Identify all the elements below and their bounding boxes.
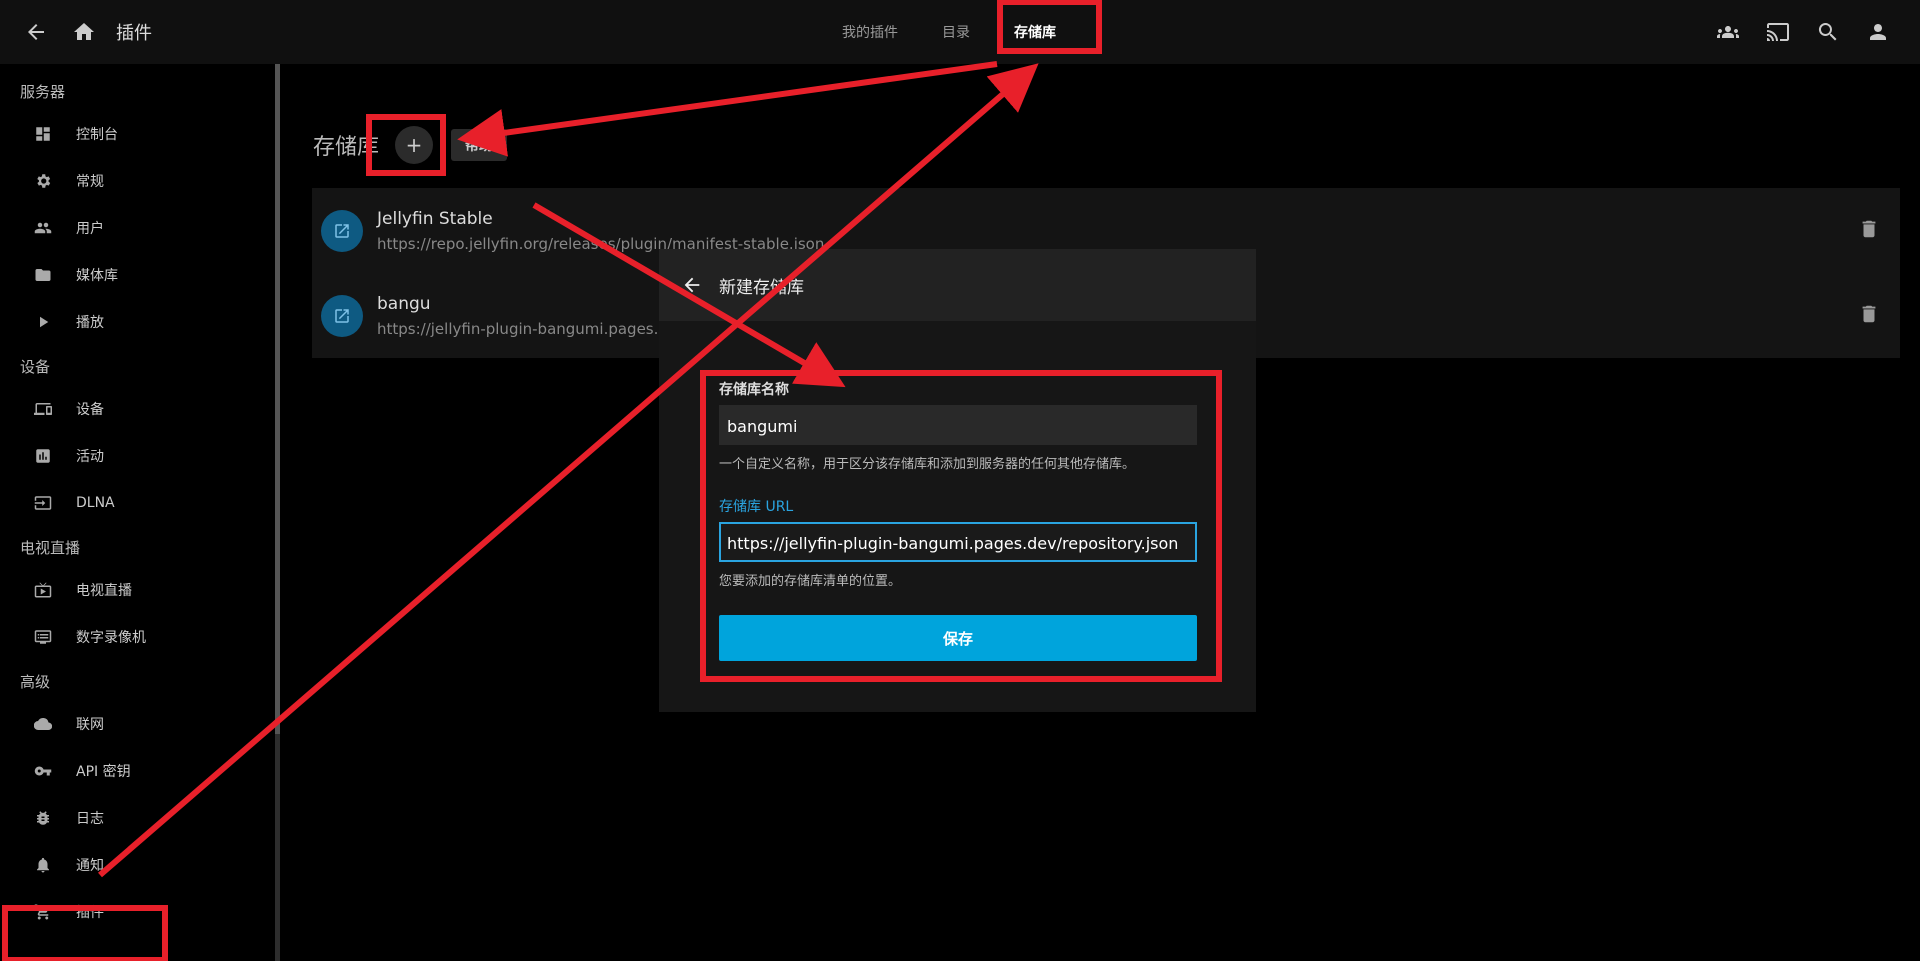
sidebar-item-label: 常规	[76, 173, 104, 190]
sidebar-item-playback[interactable]: 播放	[0, 298, 275, 345]
repository-info: bangu https://jellyfin-plugin-bangumi.pa…	[377, 294, 677, 338]
sidebar-item-libraries[interactable]: 媒体库	[0, 251, 275, 298]
search-icon[interactable]	[1810, 14, 1846, 50]
repository-name-field[interactable]: bangumi	[719, 405, 1197, 445]
add-repository-button[interactable]: +	[395, 126, 434, 164]
sidebar-section-advanced: 高级	[20, 673, 51, 691]
repository-url-field[interactable]: https://jellyfin-plugin-bangumi.pages.de…	[719, 522, 1197, 562]
repository-name: bangu	[377, 293, 431, 314]
help-button[interactable]: 帮助	[451, 129, 508, 161]
cast-icon[interactable]	[1760, 14, 1796, 50]
folder-icon	[35, 268, 51, 281]
sidebar-item-label: 控制台	[76, 126, 118, 143]
sidebar-item-dvr[interactable]: 数字录像机	[0, 613, 275, 660]
sidebar-item-plugins[interactable]: 插件	[0, 888, 275, 935]
repository-url-label: 存储库 URL	[719, 499, 794, 515]
back-arrow-icon[interactable]	[18, 14, 54, 50]
bell-icon	[37, 857, 49, 872]
dialog-header: 新建存储库	[659, 249, 1256, 321]
repository-form: 存储库名称 bangumi 一个自定义名称，用于区分该存储库和添加到服务器的任何…	[719, 379, 1197, 661]
sidebar-item-users[interactable]: 用户	[0, 204, 275, 251]
dialog-title: 新建存储库	[719, 277, 804, 298]
open-link-icon[interactable]	[321, 209, 363, 252]
sidebar-item-label: 活动	[76, 448, 104, 465]
sidebar-item-logs[interactable]: 日志	[0, 794, 275, 841]
tab-catalog[interactable]: 目录	[920, 0, 992, 64]
sidebar-item-general[interactable]: 常规	[0, 157, 275, 204]
repository-name-hint: 一个自定义名称，用于区分该存储库和添加到服务器的任何其他存储库。	[719, 457, 1136, 472]
tab-my-plugins[interactable]: 我的插件	[820, 0, 920, 64]
header-actions	[1710, 0, 1896, 64]
sidebar-item-label: 媒体库	[76, 267, 118, 284]
top-bar: 插件 我的插件 目录 存储库	[0, 0, 1920, 64]
sidebar-item-devices[interactable]: 设备	[0, 385, 275, 432]
save-button[interactable]: 保存	[719, 615, 1197, 661]
sidebar-section-devices: 设备	[20, 358, 51, 376]
delete-icon[interactable]	[1858, 218, 1882, 242]
page-title: 插件	[116, 23, 152, 44]
sidebar-item-networking[interactable]: 联网	[0, 700, 275, 747]
play-icon	[40, 316, 49, 327]
sidebar-item-live-tv[interactable]: 电视直播	[0, 566, 275, 613]
cloud-icon	[34, 717, 52, 730]
sidebar-item-api-keys[interactable]: API 密钥	[0, 747, 275, 794]
sidebar-item-label: 用户	[76, 220, 104, 237]
repository-name-label: 存储库名称	[719, 382, 789, 398]
repository-name: Jellyfin Stable	[377, 208, 493, 229]
new-repository-dialog: 新建存储库 存储库名称 bangumi 一个自定义名称，用于区分该存储库和添加到…	[659, 249, 1256, 712]
dlna-icon	[34, 495, 52, 510]
sidebar-item-dlna[interactable]: DLNA	[0, 479, 275, 526]
live-tv-icon	[34, 582, 52, 597]
user-icon[interactable]	[1860, 14, 1896, 50]
repository-url: https://jellyfin-plugin-bangumi.pages.de	[377, 319, 678, 338]
back-arrow-icon[interactable]	[677, 270, 707, 300]
sync-play-icon[interactable]	[1710, 14, 1746, 50]
cart-icon	[34, 904, 50, 919]
sidebar-item-activity[interactable]: 活动	[0, 432, 275, 479]
sidebar-item-label: 日志	[76, 810, 104, 827]
sidebar-item-label: 插件	[76, 904, 104, 921]
dvr-icon	[34, 629, 52, 644]
sidebar-section-live-tv: 电视直播	[20, 539, 81, 557]
sidebar-item-label: 数字录像机	[76, 629, 146, 646]
bug-icon	[37, 810, 49, 825]
sidebar-item-label: 电视直播	[76, 582, 132, 599]
dashboard-icon	[36, 126, 50, 141]
people-icon	[34, 222, 52, 233]
tab-repositories[interactable]: 存储库	[992, 0, 1078, 64]
sidebar-item-label: 通知	[76, 857, 104, 874]
devices-icon	[34, 402, 52, 415]
sidebar-item-dashboard[interactable]: 控制台	[0, 110, 275, 157]
section-heading: 存储库	[313, 135, 380, 160]
activity-icon	[36, 448, 50, 463]
home-icon[interactable]	[66, 14, 102, 50]
sidebar-section-server: 服务器	[20, 83, 66, 101]
sidebar-item-label: 播放	[76, 314, 104, 331]
repositories-header: 存储库 + 帮助	[313, 126, 508, 164]
sidebar-item-label: API 密钥	[76, 763, 131, 780]
sidebar-item-label: DLNA	[76, 494, 115, 511]
repository-info: Jellyfin Stable https://repo.jellyfin.or…	[377, 209, 824, 253]
open-link-icon[interactable]	[321, 294, 363, 337]
sidebar-scrollbar[interactable]	[275, 64, 280, 734]
key-icon	[34, 766, 52, 775]
sidebar-item-label: 联网	[76, 716, 104, 733]
repository-url-hint: 您要添加的存储库清单的位置。	[719, 574, 902, 589]
sidebar: 服务器 控制台 常规 用户 媒体库 播放 设备 设备 活动 DLNA 电视直播 …	[0, 64, 280, 961]
delete-icon[interactable]	[1858, 303, 1882, 327]
tab-bar: 我的插件 目录 存储库	[820, 0, 1078, 64]
gear-icon	[37, 173, 51, 188]
sidebar-item-label: 设备	[76, 401, 104, 418]
sidebar-item-notifications[interactable]: 通知	[0, 841, 275, 888]
